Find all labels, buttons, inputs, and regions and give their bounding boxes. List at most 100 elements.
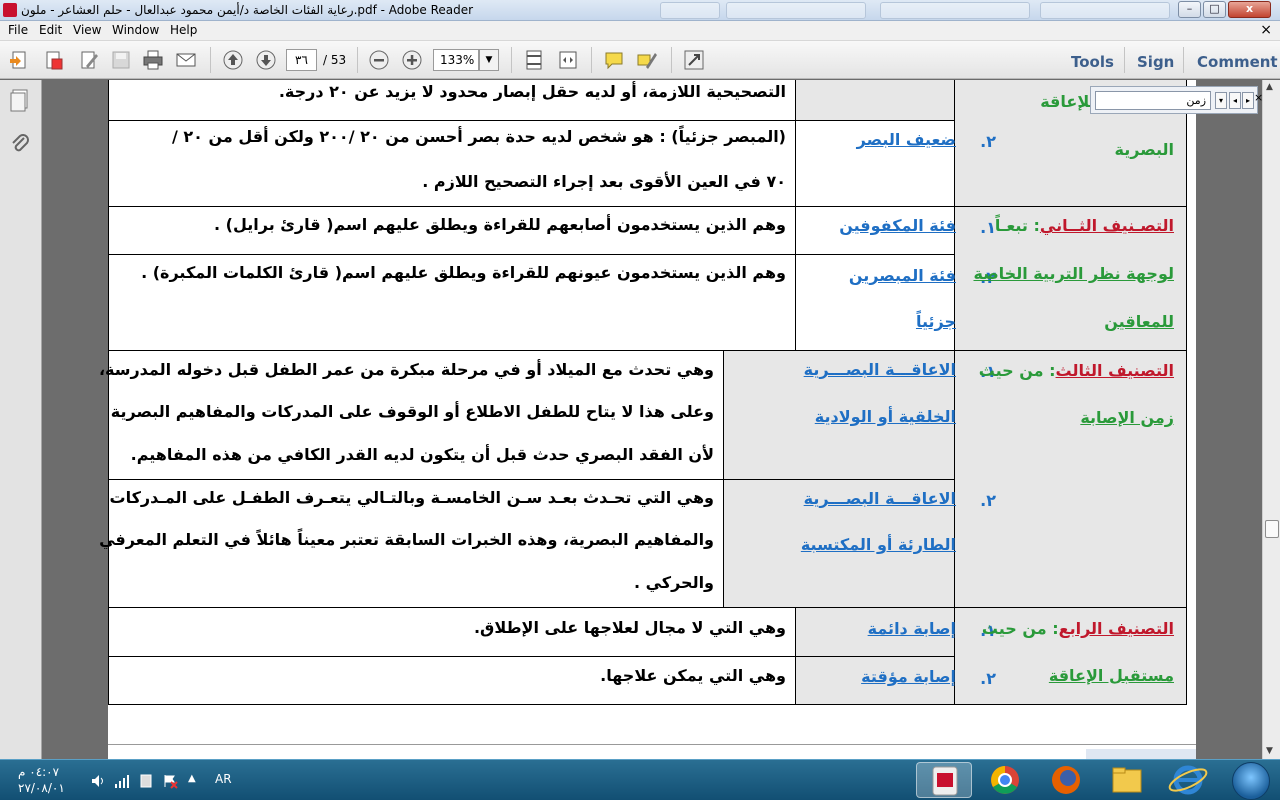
pdf-page: التصحيحية اللازمة، أو لديه حقل إبصار محد…	[99, 80, 1196, 759]
menu-help[interactable]: Help	[170, 23, 197, 37]
description-text: ٧٠ في العين الأقوى بعد إجراء التصحيح الل…	[422, 172, 786, 191]
category-term: الطارئة أو المكتسبة	[800, 535, 956, 554]
network-icon[interactable]	[114, 773, 130, 789]
adobe-reader-icon	[3, 3, 17, 17]
email-icon[interactable]	[175, 49, 197, 71]
row-number: ٢.	[980, 491, 996, 510]
toolbar-divider	[591, 47, 592, 73]
classification-heading: لوجهة نظر التربية الخاصة	[973, 264, 1174, 283]
category-term: فئة المبصرين	[848, 266, 956, 285]
category-term: جزئياً	[915, 312, 956, 331]
background-tab	[1040, 2, 1170, 19]
show-hidden-icons[interactable]: ▲	[188, 773, 204, 789]
system-clock[interactable]: ٠٤:٠٧ م ٢٧/٠٨/٠١	[18, 764, 78, 796]
category-term: إصابة مؤقتة	[861, 667, 956, 686]
menu-bar: File Edit View Window Help ×	[0, 21, 1280, 41]
menu-view[interactable]: View	[73, 23, 101, 37]
scroll-up-icon[interactable]: ▲	[1266, 82, 1273, 92]
find-input[interactable]	[1095, 91, 1211, 110]
scrollbar-thumb[interactable]	[1265, 520, 1279, 538]
find-options-icon[interactable]: ▾	[1215, 92, 1227, 109]
zoom-dropdown-icon[interactable]: ▼	[479, 49, 499, 71]
edit-pdf-icon[interactable]	[78, 49, 100, 71]
title-bar: رعاية الفئات الخاصة د/أيمن محمود عبدالعا…	[0, 0, 1280, 21]
document-viewport[interactable]: التصحيحية اللازمة، أو لديه حقل إبصار محد…	[42, 80, 1262, 759]
taskbar-chrome[interactable]	[977, 762, 1033, 798]
language-indicator[interactable]: AR	[215, 772, 232, 786]
highlight-text-icon[interactable]	[636, 49, 658, 71]
scroll-down-icon[interactable]: ▼	[1266, 746, 1273, 756]
combine-files-icon[interactable]	[43, 49, 65, 71]
taskbar-acrobat[interactable]	[916, 762, 972, 798]
classification-heading: التصـنيف الثــاني: تبعـاً	[994, 216, 1174, 235]
toolbar-divider	[1124, 47, 1125, 73]
comment-panel-link[interactable]: Comment	[1197, 53, 1278, 71]
zoom-in-icon[interactable]	[401, 49, 423, 71]
full-screen-icon[interactable]	[683, 49, 705, 71]
menu-file[interactable]: File	[8, 23, 28, 37]
description-text: والحركي .	[633, 573, 714, 592]
description-text: لأن الفقد البصري حدث قبل أن يتكون لديه ا…	[130, 445, 714, 464]
page-number-input[interactable]: ٣٦	[286, 49, 317, 71]
action-center-icon[interactable]	[162, 773, 178, 789]
classification-heading: للمعاقين	[1104, 312, 1174, 331]
toolbar-divider	[357, 47, 358, 73]
minimize-button[interactable]: –	[1178, 1, 1201, 18]
category-term: الخلقية أو الولادية	[814, 407, 956, 426]
close-button[interactable]: x	[1228, 1, 1271, 18]
next-pdf-page	[108, 744, 1196, 759]
description-text: والمفاهيم البصرية، وهذه الخبرات السابقة …	[99, 530, 714, 549]
toolbar-divider	[511, 47, 512, 73]
sticky-note-icon[interactable]	[603, 49, 625, 71]
fit-page-icon[interactable]	[523, 49, 545, 71]
close-document-icon[interactable]: ×	[1260, 22, 1272, 38]
next-page-icon[interactable]	[255, 49, 277, 71]
create-pdf-icon[interactable]	[8, 49, 30, 71]
taskbar-file-explorer[interactable]	[1099, 762, 1155, 798]
page-thumbnails-icon[interactable]	[9, 88, 31, 112]
menu-window[interactable]: Window	[112, 23, 159, 37]
page-total: / 53	[323, 53, 347, 67]
find-previous-button[interactable]: ◂	[1229, 92, 1241, 109]
description-text: وهي التي يمكن علاجها.	[600, 666, 786, 685]
toolbar-divider	[210, 47, 211, 73]
table-cell	[954, 350, 1187, 608]
category-term: الاعاقـــة البصـــرية	[803, 489, 956, 508]
classification-heading: زمن الإصابة	[1080, 408, 1174, 427]
fit-width-icon[interactable]	[557, 49, 579, 71]
classification-heading: مستقبل الإعاقة	[1048, 666, 1174, 685]
menu-edit[interactable]: Edit	[39, 23, 62, 37]
device-icon[interactable]	[138, 773, 154, 789]
print-icon[interactable]	[142, 49, 164, 71]
zoom-level-input[interactable]: 133%	[433, 49, 479, 71]
category-term: فئة المكفوفين	[839, 216, 956, 235]
taskbar-firefox[interactable]	[1038, 762, 1094, 798]
sign-panel-link[interactable]: Sign	[1137, 53, 1174, 71]
maximize-button[interactable]: □	[1203, 1, 1226, 18]
description-text: وهي التي تحـدث بعـد سـن الخامسـة وبالتـا…	[109, 488, 714, 507]
description-text: وهي تحدث مع الميلاد أو في مرحلة مبكرة من…	[98, 360, 714, 379]
vertical-scrollbar[interactable]: ▲ ▼	[1262, 80, 1280, 759]
start-button[interactable]	[1232, 762, 1270, 800]
navigation-pane	[0, 80, 42, 759]
toolbar-divider	[671, 47, 672, 73]
page-header-strip	[1086, 749, 1196, 759]
attachments-icon[interactable]	[9, 132, 31, 156]
find-next-button[interactable]: ▸	[1242, 92, 1254, 109]
taskbar: ٠٤:٠٧ م ٢٧/٠٨/٠١ ▲ AR	[0, 759, 1280, 800]
clock-time: ٠٤:٠٧ م	[18, 765, 60, 779]
description-text: وهم الذين يستخدمون عيونهم للقراءة ويطلق …	[141, 263, 786, 282]
tools-panel-link[interactable]: Tools	[1071, 53, 1114, 71]
description-text: التصحيحية اللازمة، أو لديه حقل إبصار محد…	[278, 82, 786, 101]
description-text: وهي التي لا مجال لعلاجها على الإطلاق.	[473, 618, 786, 637]
volume-icon[interactable]	[90, 773, 106, 789]
category-term: الاعاقـــة البصـــرية	[803, 360, 956, 379]
toolbar: ٣٦ / 53 133% ▼ Tools Sign Comment	[0, 41, 1280, 79]
clock-date: ٢٧/٠٨/٠١	[18, 781, 65, 795]
taskbar-internet-explorer[interactable]	[1160, 762, 1216, 798]
zoom-out-icon[interactable]	[368, 49, 390, 71]
previous-page-icon[interactable]	[222, 49, 244, 71]
save-icon[interactable]	[110, 49, 132, 71]
classification-heading: التصنيف الرابع: من حيث	[981, 619, 1174, 638]
row-number: ٢.	[980, 132, 996, 151]
